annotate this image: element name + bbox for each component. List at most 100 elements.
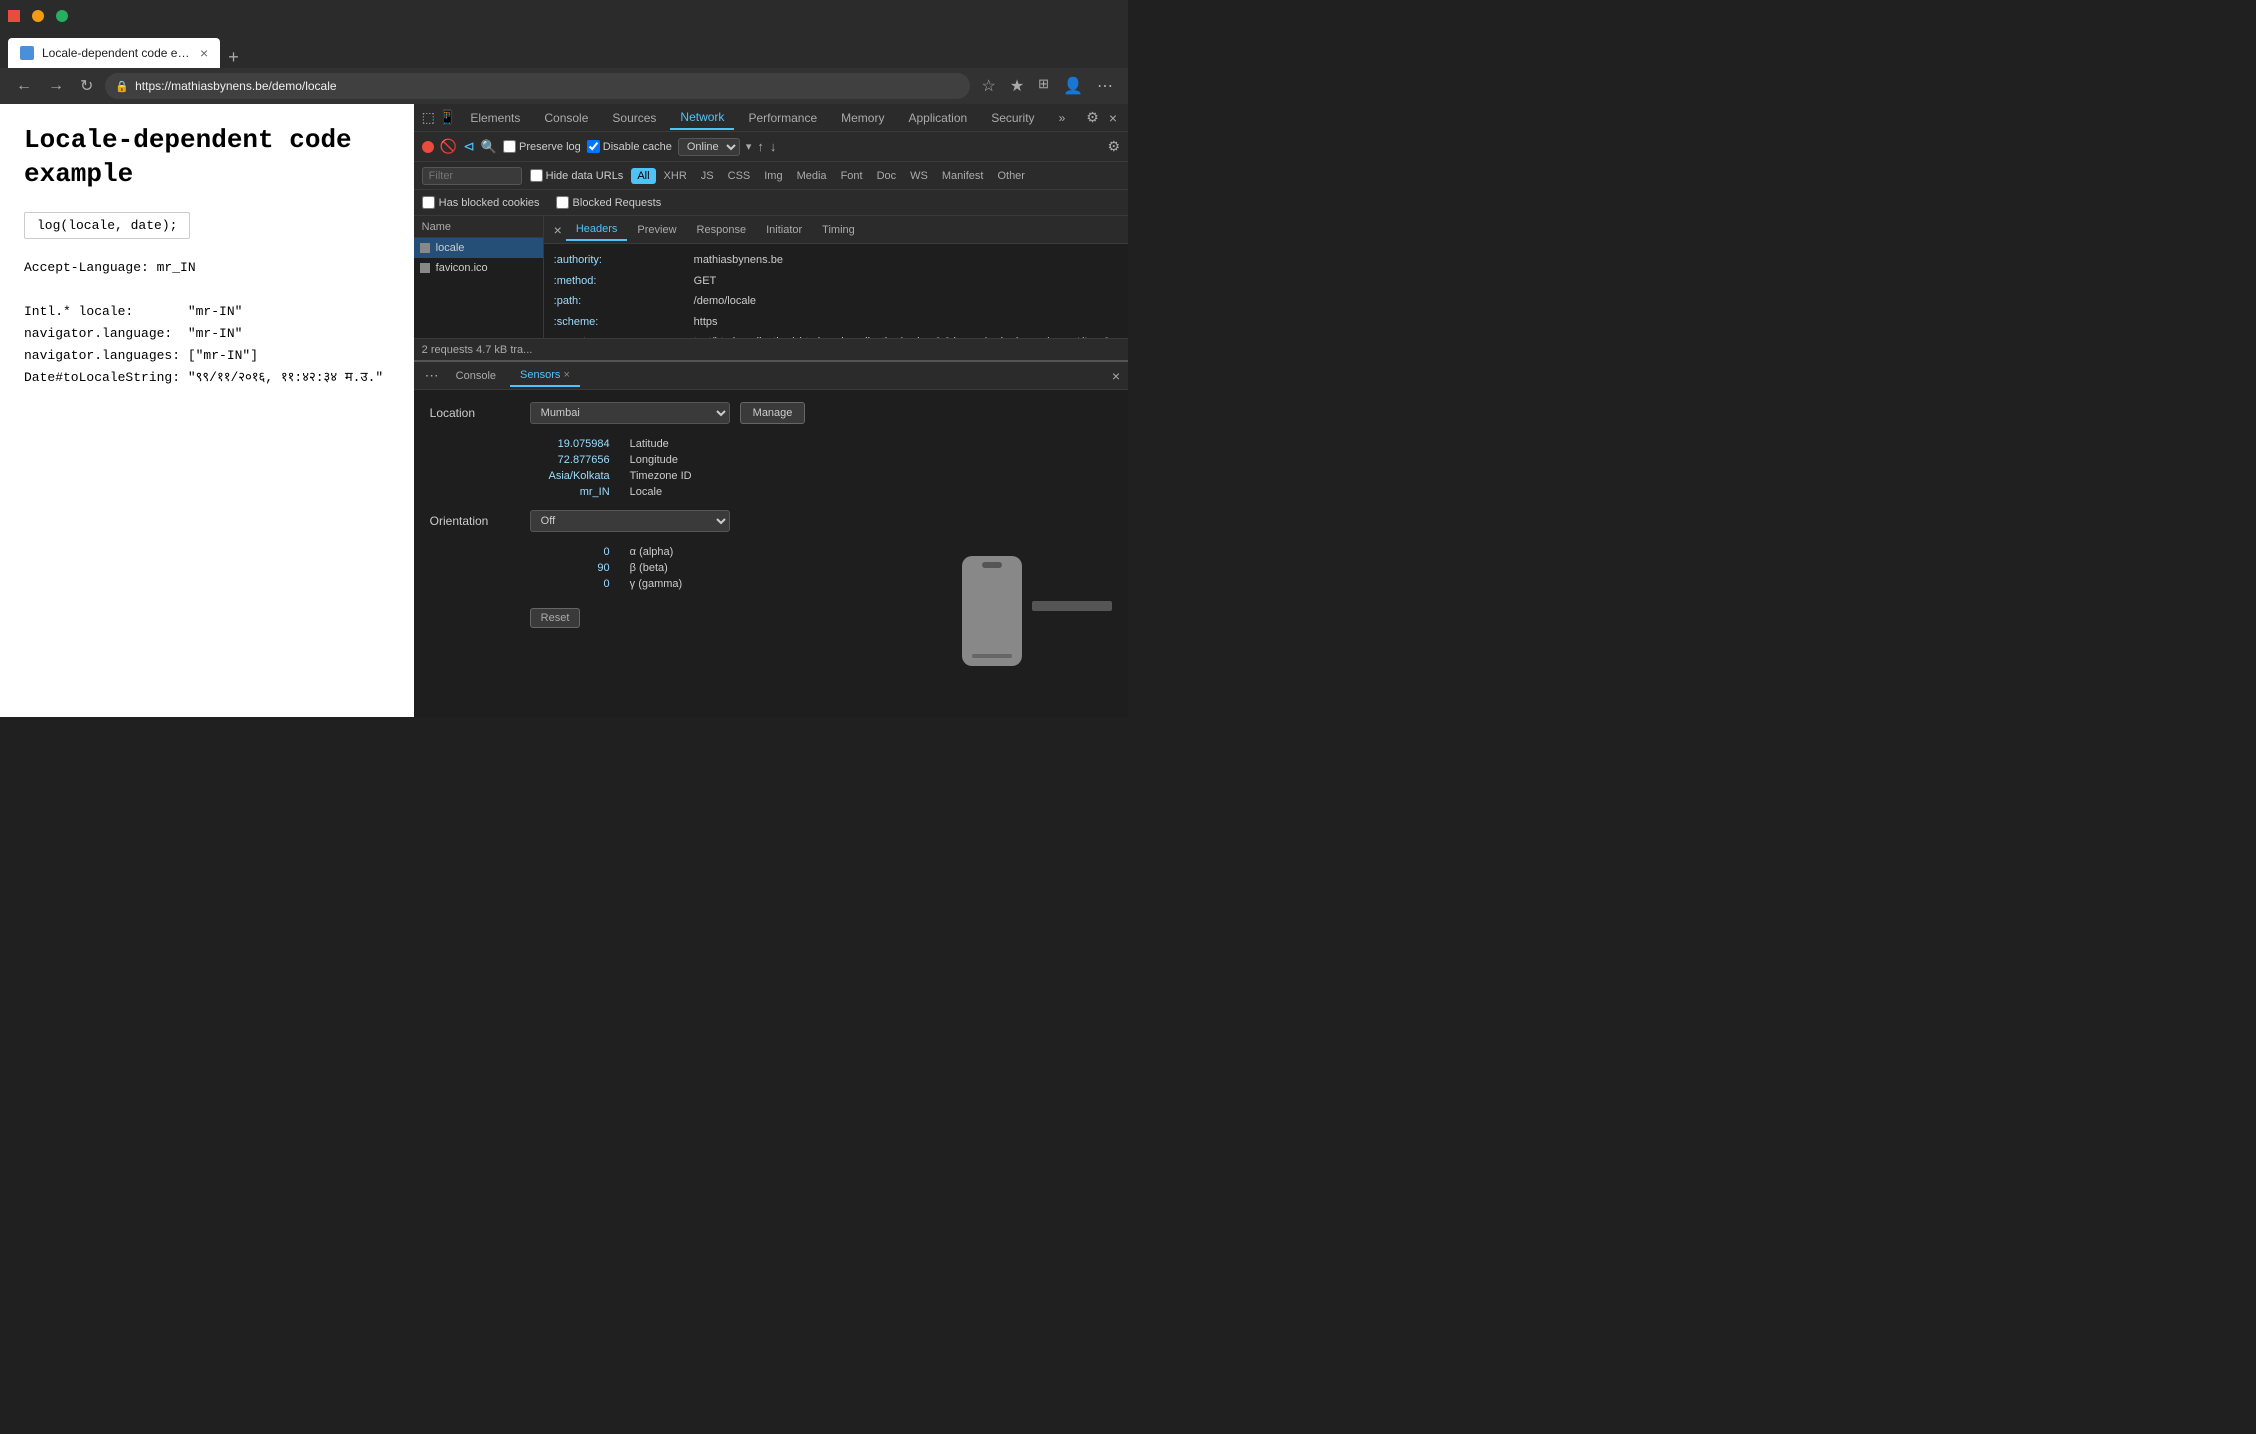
search-btn[interactable]: 🔍 <box>481 139 497 155</box>
longitude-row: 72.877656 Longitude <box>530 454 1112 466</box>
close-window-btn[interactable] <box>8 10 20 22</box>
devtools-top-tabs: ⬚ 📱 Elements Console Sources Network Per… <box>414 104 1128 132</box>
menu-btn[interactable]: ⋯ <box>1094 73 1116 99</box>
h-tab-preview[interactable]: Preview <box>627 220 686 240</box>
forward-btn[interactable]: → <box>44 73 68 99</box>
filter-doc[interactable]: Doc <box>871 168 903 184</box>
back-btn[interactable]: ← <box>12 73 36 99</box>
filter-font[interactable]: Font <box>835 168 869 184</box>
new-tab-btn[interactable]: + <box>220 47 247 68</box>
blocked-requests-checkbox[interactable]: Blocked Requests <box>556 196 662 209</box>
bottom-more-btn[interactable]: ⋯ <box>422 364 442 387</box>
clear-btn[interactable]: 🚫 <box>440 138 457 155</box>
code-button[interactable]: log(locale, date); <box>24 212 190 239</box>
maximize-window-btn[interactable] <box>56 10 68 22</box>
preserve-log-checkbox[interactable]: Preserve log <box>503 140 581 153</box>
tab-more[interactable]: » <box>1049 107 1076 129</box>
tab-network[interactable]: Network <box>670 106 734 130</box>
filter-icon[interactable]: ⊲ <box>463 138 475 155</box>
devtools-close-btn[interactable]: × <box>1106 107 1120 129</box>
headers-close-btn[interactable]: × <box>550 218 566 242</box>
header-scheme: :scheme: https <box>554 312 1118 333</box>
bottom-console-tab[interactable]: Console <box>446 366 506 386</box>
active-tab[interactable]: Locale-dependent code example × <box>8 38 220 68</box>
filter-type-tabs: All XHR JS CSS Img Media Font Doc WS Man… <box>631 168 1031 184</box>
reset-btn[interactable]: Reset <box>530 608 581 628</box>
alpha-row: 0 α (alpha) <box>530 546 942 558</box>
tab-performance[interactable]: Performance <box>738 107 827 129</box>
tab-sources[interactable]: Sources <box>602 107 666 129</box>
extensions-btn[interactable]: ⊞ <box>1035 73 1052 99</box>
code-line-6: Date#toLocaleString: "९९/११/२०१६, ११:४२:… <box>24 367 390 389</box>
request-item-locale[interactable]: locale <box>414 238 543 258</box>
bottom-panel-close-btn[interactable]: × <box>1112 368 1120 384</box>
tab-console[interactable]: Console <box>534 107 598 129</box>
has-blocked-cookies-checkbox[interactable]: Has blocked cookies <box>422 196 540 209</box>
filter-img[interactable]: Img <box>758 168 788 184</box>
devtools-settings-btn[interactable]: ⚙ <box>1083 106 1102 129</box>
phone-visual-wrapper <box>962 546 1112 666</box>
devtools-device-icon[interactable]: 📱 <box>439 109 456 126</box>
filter-input[interactable] <box>422 167 522 185</box>
throttle-select[interactable]: Online <box>678 138 740 156</box>
bottom-sensors-tab[interactable]: Sensors × <box>510 365 580 387</box>
tab-application[interactable]: Application <box>898 107 977 129</box>
manage-btn[interactable]: Manage <box>740 402 806 424</box>
bookmark-btn[interactable]: ★ <box>1007 73 1027 99</box>
request-list: Name locale favicon.ico <box>414 216 544 338</box>
request-item-favicon[interactable]: favicon.ico <box>414 258 543 278</box>
upload-icon[interactable]: ↑ <box>757 139 764 154</box>
timezone-row: Asia/Kolkata Timezone ID <box>530 470 1112 482</box>
filter-css[interactable]: CSS <box>722 168 757 184</box>
h-tab-headers[interactable]: Headers <box>566 219 628 241</box>
phone-bar <box>972 654 1012 658</box>
page-title: Locale-dependent code example <box>24 124 390 192</box>
refresh-btn[interactable]: ↻ <box>76 72 97 100</box>
filter-xhr[interactable]: XHR <box>658 168 693 184</box>
nav-icons: ☆ ★ ⊞ 👤 ⋯ <box>978 73 1116 99</box>
record-btn[interactable] <box>422 141 434 153</box>
address-bar[interactable]: 🔒 https://mathiasbynens.be/demo/locale <box>105 73 970 99</box>
timezone-label: Timezone ID <box>630 470 692 482</box>
h-tab-timing[interactable]: Timing <box>812 220 865 240</box>
hide-data-urls-checkbox[interactable]: Hide data URLs <box>530 169 624 182</box>
network-settings-btn[interactable]: ⚙ <box>1107 138 1120 155</box>
headers-tabs: × Headers Preview Response Initiator Tim… <box>544 216 1128 244</box>
orientation-label: Orientation <box>430 514 520 528</box>
alpha-value: 0 <box>530 546 610 558</box>
longitude-label: Longitude <box>630 454 678 466</box>
h-tab-response[interactable]: Response <box>687 220 757 240</box>
locale-row: mr_IN Locale <box>530 486 1112 498</box>
request-icon-2 <box>420 263 430 273</box>
tab-close-btn[interactable]: × <box>200 45 208 61</box>
download-icon[interactable]: ↓ <box>770 139 777 154</box>
filter-ws[interactable]: WS <box>904 168 934 184</box>
sensors-section: ⋯ Console Sensors × × Location Mumbai <box>414 362 1128 717</box>
locale-label: Locale <box>630 486 662 498</box>
sensors-tab-close[interactable]: × <box>563 369 569 381</box>
tab-memory[interactable]: Memory <box>831 107 894 129</box>
orientation-select[interactable]: Off <box>530 510 730 532</box>
star-btn[interactable]: ☆ <box>978 73 998 99</box>
disable-cache-checkbox[interactable]: Disable cache <box>587 140 672 153</box>
title-bar <box>0 0 1128 32</box>
headers-panel: × Headers Preview Response Initiator Tim… <box>544 216 1128 338</box>
h-tab-initiator[interactable]: Initiator <box>756 220 812 240</box>
code-line-4: navigator.language: "mr-IN" <box>24 323 390 345</box>
tab-elements[interactable]: Elements <box>460 107 530 129</box>
filter-other[interactable]: Other <box>991 168 1031 184</box>
filter-js[interactable]: JS <box>695 168 720 184</box>
location-select[interactable]: Mumbai <box>530 402 730 424</box>
location-row: Location Mumbai Manage <box>430 402 1112 424</box>
devtools-inspect-icon[interactable]: ⬚ <box>422 109 435 126</box>
tab-security[interactable]: Security <box>981 107 1044 129</box>
profile-btn[interactable]: 👤 <box>1060 73 1086 99</box>
sensors-content: Location Mumbai Manage 19.075984 Latitud… <box>414 390 1128 717</box>
filter-media[interactable]: Media <box>791 168 833 184</box>
locale-value: mr_IN <box>530 486 610 498</box>
minimize-window-btn[interactable] <box>32 10 44 22</box>
filter-all[interactable]: All <box>631 168 655 184</box>
headers-content: :authority: mathiasbynens.be :method: GE… <box>544 244 1128 338</box>
filter-manifest[interactable]: Manifest <box>936 168 990 184</box>
sensors-tab-bar: ⋯ Console Sensors × × <box>414 362 1128 390</box>
